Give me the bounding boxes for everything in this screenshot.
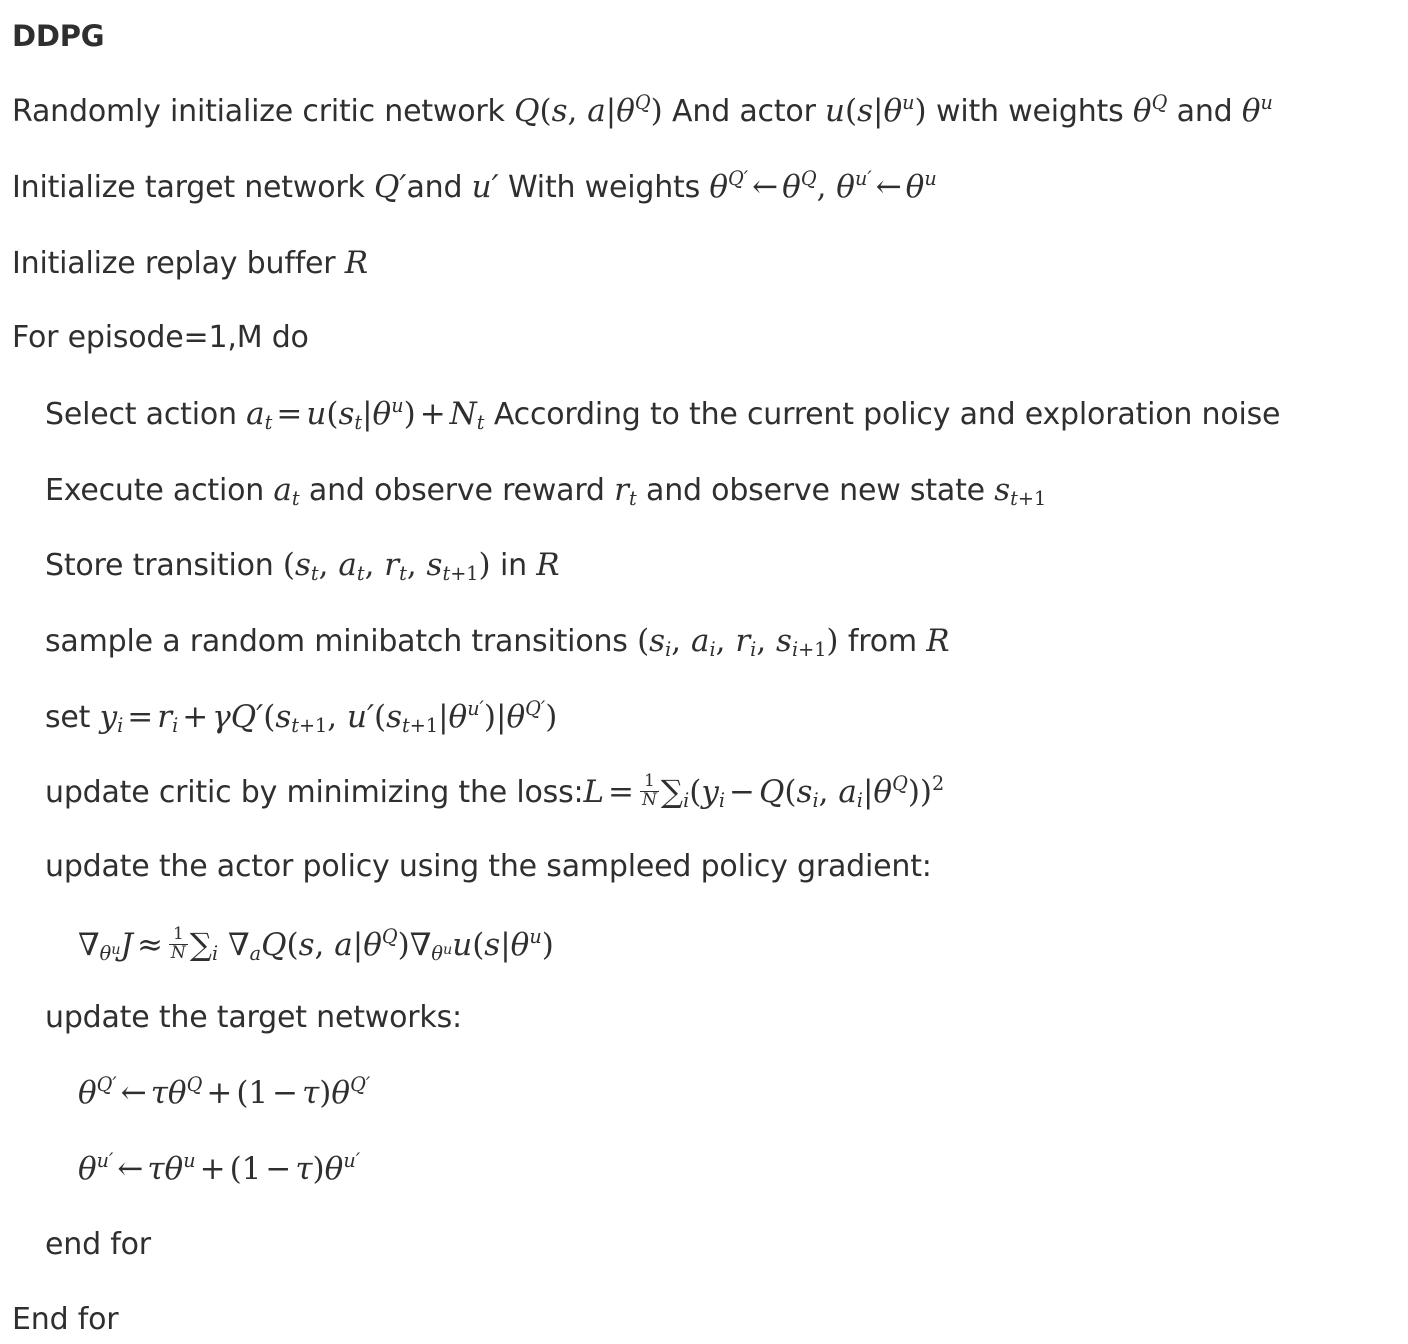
text: And actor (662, 94, 826, 129)
math-r-t: rt (614, 472, 637, 511)
math-critic: Q(s, a|θQ) (514, 91, 663, 129)
text: update critic by minimizing the loss: (45, 775, 584, 810)
text: Initialize target network (12, 170, 375, 205)
math-select-action: at = u(st|θu) + Nt (246, 394, 485, 435)
line-update-actor: update the actor policy using the sample… (45, 849, 932, 884)
text: With weights (498, 170, 710, 205)
text: set (45, 700, 100, 735)
line-update-critic: update critic by minimizing the loss:L = 1… (45, 772, 944, 813)
line-for-episode: For episode=1,M do (12, 320, 309, 355)
text: sample a random minibatch transitions (45, 624, 638, 659)
math-policy-gradient: ∇θuJ ≈1 N ∑i ∇aQ(s, a|θQ)∇θuu(s|θu) (78, 924, 554, 966)
math-actor: u(s|θu) (825, 91, 927, 129)
text: and observe reward (299, 473, 615, 508)
math-soft-update-u: θu′ ← τθu + (1− τ)θu′ (78, 1149, 361, 1187)
text: and observe new state (636, 473, 995, 508)
fraction-1-over-n: 1N (640, 771, 659, 810)
math-s-t1: st+1 (994, 472, 1047, 511)
text: According to the current policy and expl… (484, 397, 1281, 432)
math-minibatch: (si, ai, ri, si+1) (637, 623, 839, 662)
line-soft-update-u: θu′ ← τθu + (1− τ)θu′ (78, 1149, 360, 1190)
line-policy-gradient: ∇θuJ ≈1 N ∑i ∇aQ(s, a|θQ)∇θuu(s|θu) (78, 925, 554, 966)
line-init-target: Initialize target network Q′and u′ With … (12, 167, 937, 208)
text: in (490, 548, 537, 583)
line-sample-minibatch: sample a random minibatch transitions (s… (45, 621, 950, 662)
line-init-critic-actor: Randomly initialize critic network Q(s, … (12, 91, 1273, 132)
text: Select action (45, 397, 247, 432)
math-target-weights: θQ′ ← θQ, θu′ ← θu (709, 167, 937, 205)
math-transition: (st, at, rt, st+1) (282, 547, 491, 586)
math-a-t: at (273, 472, 300, 511)
text: Randomly initialize critic network (12, 94, 515, 129)
text: from (838, 624, 927, 659)
text: Initialize replay buffer (12, 246, 345, 281)
math-soft-update-q: θQ′ ← τθQ + (1− τ)θQ′ (78, 1073, 371, 1111)
line-update-targets: update the target networks: (45, 1000, 462, 1035)
math-loss: L = 1 N ∑i(yi − Q(si, ai|θQ))2 (583, 771, 945, 813)
text: Execute action (45, 473, 274, 508)
line-set-y: set yi = ri + γQ′(st+1, u′(st+1|θu′)|θQ′) (45, 697, 557, 738)
math-theta-q: θQ (1132, 91, 1168, 129)
math-r: R (344, 245, 369, 281)
line-select-action: Select action at = u(st|θu) + Nt According t… (45, 394, 1281, 435)
line-execute-action: Execute action at and observe reward rt … (45, 470, 1046, 511)
line-init-buffer: Initialize replay buffer R (12, 243, 368, 284)
text: Store transition (45, 548, 283, 583)
math-u-prime: u′ (471, 169, 499, 205)
math-r: R (926, 623, 950, 659)
line-soft-update-q: θQ′ ← τθQ + (1− τ)θQ′ (78, 1073, 370, 1114)
math-theta-u: θu (1241, 91, 1273, 129)
document: DDPG Randomly initialize critic network … (0, 0, 1408, 1344)
line-end-inner-for: end for (45, 1227, 151, 1262)
page-title: DDPG (12, 19, 105, 53)
text: with weights (926, 94, 1133, 129)
fraction-1-over-n: 1N (168, 924, 188, 963)
text: and (1167, 94, 1242, 129)
math-target-y: yi = ri + γQ′(st+1, u′(st+1|θu′)|θQ′) (99, 697, 558, 738)
line-end-outer-for: End for (12, 1302, 119, 1337)
math-q-prime: Q′ (374, 169, 407, 205)
math-r: R (536, 547, 560, 583)
text: and (406, 170, 472, 205)
line-store-transition: Store transition (st, at, rt, st+1) in R (45, 545, 560, 586)
